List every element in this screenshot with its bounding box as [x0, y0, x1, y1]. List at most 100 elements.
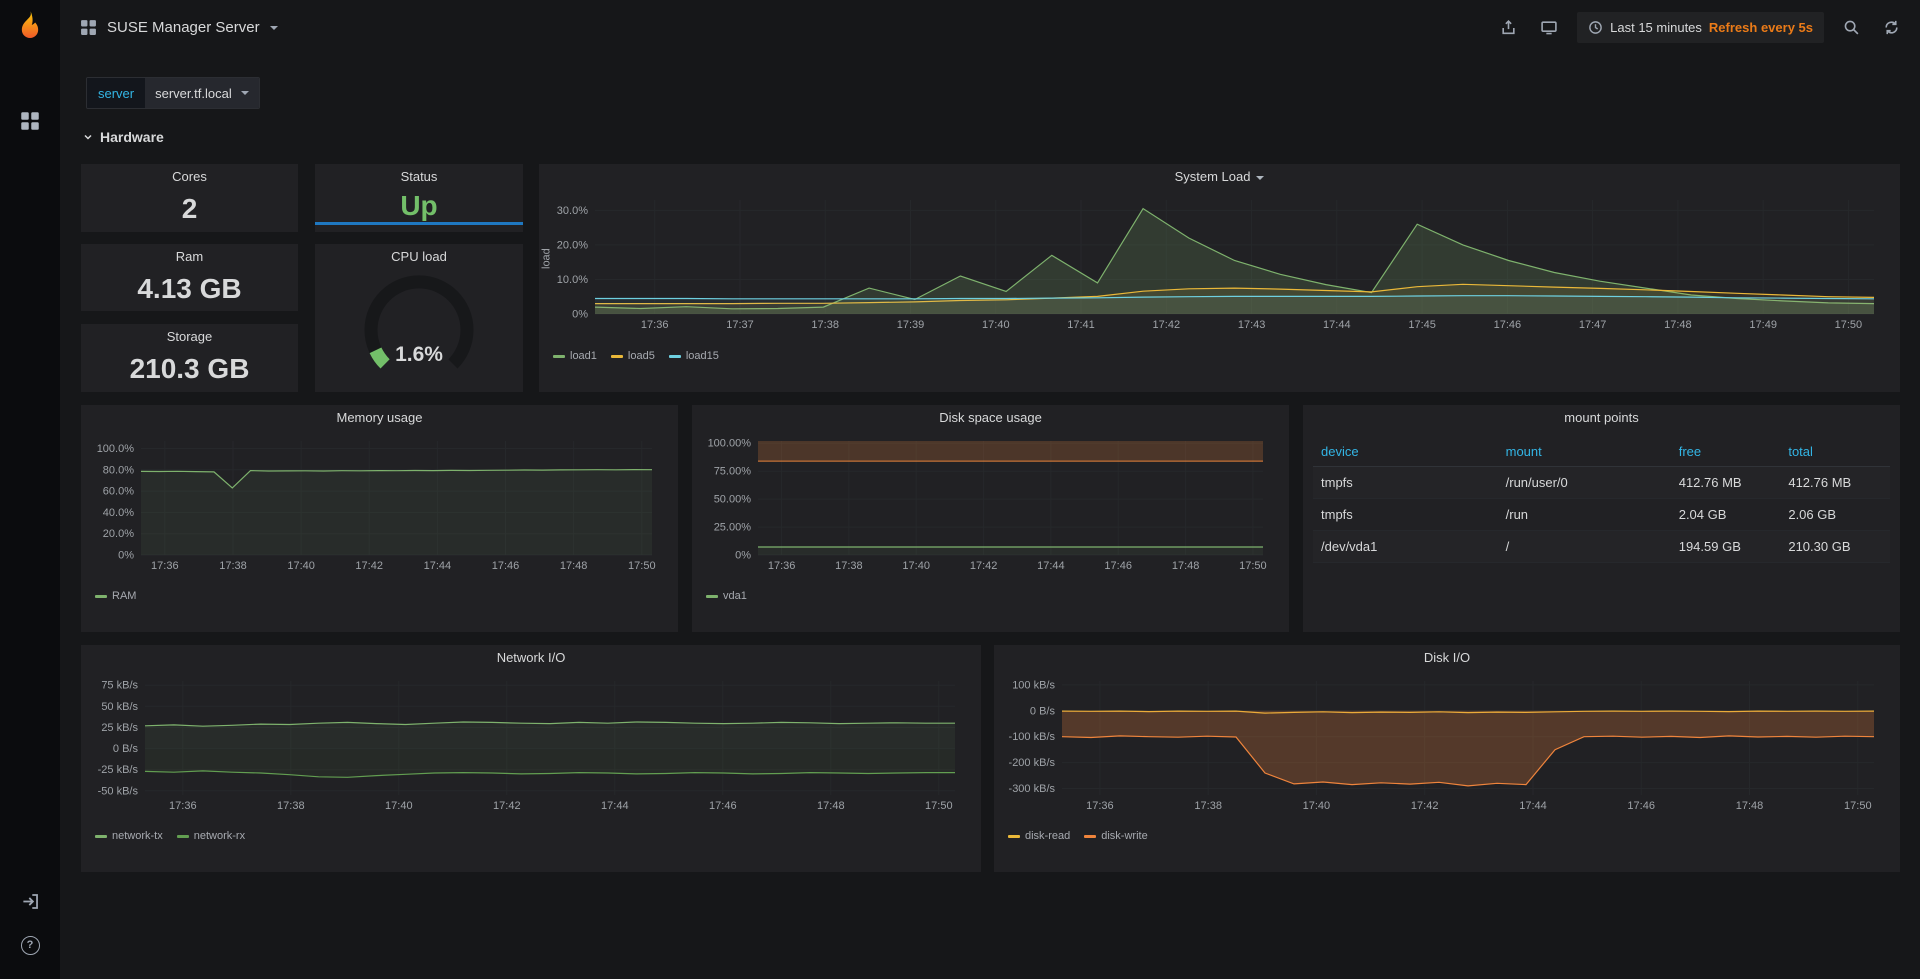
svg-text:17:50: 17:50	[1844, 800, 1872, 812]
column-header-device[interactable]: device	[1313, 437, 1498, 467]
svg-text:75 kB/s: 75 kB/s	[101, 680, 138, 692]
legend-item-load5[interactable]: load5	[611, 350, 655, 362]
svg-text:17:40: 17:40	[1303, 800, 1331, 812]
panel-title[interactable]: Ram	[81, 244, 298, 270]
svg-text:30.0%: 30.0%	[557, 205, 588, 217]
refresh-interval-label: Refresh every 5s	[1709, 20, 1813, 35]
variable-value-dropdown[interactable]: server.tf.local	[145, 78, 259, 108]
legend: RAM	[95, 590, 150, 602]
svg-text:17:44: 17:44	[1037, 560, 1065, 572]
system-load-chart[interactable]: 0%10.0%20.0%30.0%17:3617:3717:3817:3917:…	[549, 192, 1892, 334]
table-cell: /dev/vda1	[1313, 531, 1498, 563]
panel-title[interactable]: Disk space usage	[692, 405, 1289, 431]
network-io-chart[interactable]: -50 kB/s-25 kB/s0 B/s25 kB/s50 kB/s75 kB…	[91, 673, 973, 815]
svg-text:17:48: 17:48	[1664, 319, 1692, 331]
column-header-total[interactable]: total	[1780, 437, 1890, 467]
column-header-mount[interactable]: mount	[1498, 437, 1671, 467]
svg-text:17:48: 17:48	[817, 800, 845, 812]
legend-item-vda1[interactable]: vda1	[706, 590, 747, 602]
legend-item-RAM[interactable]: RAM	[95, 590, 136, 602]
tv-cycle-button[interactable]	[1536, 15, 1562, 40]
storage-value: 210.3 GB	[81, 350, 298, 388]
dashboards-icon[interactable]	[10, 101, 50, 141]
svg-text:17:48: 17:48	[1736, 800, 1764, 812]
refresh-button[interactable]	[1879, 15, 1904, 40]
panel-status: Status Up	[315, 164, 523, 232]
panel-title[interactable]: Disk I/O	[994, 645, 1900, 671]
time-range-label: Last 15 minutes	[1610, 20, 1702, 35]
grafana-flame-icon	[12, 9, 48, 45]
grafana-logo[interactable]	[10, 7, 50, 47]
column-header-free[interactable]: free	[1671, 437, 1781, 467]
svg-text:17:42: 17:42	[493, 800, 521, 812]
panel-title[interactable]: Storage	[81, 324, 298, 350]
svg-text:10.0%: 10.0%	[557, 274, 588, 286]
panel-title[interactable]: CPU load	[315, 244, 523, 270]
legend: disk-read disk-write	[1008, 830, 1162, 842]
svg-text:20.0%: 20.0%	[103, 528, 134, 540]
table-cell: 412.76 MB	[1671, 467, 1781, 499]
svg-text:17:37: 17:37	[726, 319, 754, 331]
chevron-down-icon	[82, 131, 94, 143]
sign-in-icon[interactable]	[10, 881, 50, 921]
dashboard-picker[interactable]: SUSE Manager Server	[80, 19, 278, 36]
svg-text:17:40: 17:40	[287, 560, 315, 572]
legend-item-network-rx[interactable]: network-rx	[177, 830, 245, 842]
panel-title[interactable]: Network I/O	[81, 645, 981, 671]
navbar: SUSE Manager Server Last 15 minutes Refr…	[60, 0, 1920, 55]
disk-io-chart[interactable]: -300 kB/s-200 kB/s-100 kB/s0 B/s100 kB/s…	[1004, 673, 1892, 815]
svg-text:100.00%: 100.00%	[708, 438, 752, 450]
panel-disk-io: Disk I/O -300 kB/s-200 kB/s-100 kB/s0 B/…	[994, 645, 1900, 872]
svg-text:17:36: 17:36	[1086, 800, 1114, 812]
time-picker-button[interactable]: Last 15 minutes Refresh every 5s	[1577, 12, 1824, 43]
svg-text:17:44: 17:44	[601, 800, 629, 812]
svg-text:17:50: 17:50	[925, 800, 953, 812]
svg-text:-200 kB/s: -200 kB/s	[1009, 757, 1056, 769]
panel-title-text: System Load	[1175, 169, 1251, 184]
svg-text:17:36: 17:36	[768, 560, 796, 572]
variable-value: server.tf.local	[155, 86, 232, 101]
legend-item-disk-write[interactable]: disk-write	[1084, 830, 1147, 842]
svg-text:20.0%: 20.0%	[557, 239, 588, 251]
table-cell: /run/user/0	[1498, 467, 1671, 499]
table-cell: tmpfs	[1313, 499, 1498, 531]
legend-item-load15[interactable]: load15	[669, 350, 719, 362]
panel-title[interactable]: mount points	[1303, 405, 1900, 431]
svg-text:17:46: 17:46	[1627, 800, 1655, 812]
panel-title[interactable]: Cores	[81, 164, 298, 190]
svg-text:17:44: 17:44	[424, 560, 452, 572]
panel-system-load: System Load load 0%10.0%20.0%30.0%17:361…	[539, 164, 1900, 392]
search-button[interactable]	[1839, 15, 1864, 40]
svg-text:60.0%: 60.0%	[103, 486, 134, 498]
dashboard-title[interactable]: SUSE Manager Server	[107, 19, 260, 36]
table-cell: 412.76 MB	[1780, 467, 1890, 499]
template-variable: server server.tf.local	[86, 77, 260, 109]
svg-text:17:36: 17:36	[169, 800, 197, 812]
status-sparkline	[315, 222, 523, 225]
memory-usage-chart[interactable]: 0%20.0%40.0%60.0%80.0%100.0%17:3617:3817…	[91, 433, 670, 575]
svg-text:17:42: 17:42	[1411, 800, 1439, 812]
svg-text:0%: 0%	[118, 550, 134, 562]
legend: vda1	[706, 590, 761, 602]
svg-text:1.6%: 1.6%	[395, 343, 443, 366]
tv-icon	[1540, 19, 1558, 36]
legend-item-disk-read[interactable]: disk-read	[1008, 830, 1070, 842]
row-toggle-hardware[interactable]: Hardware	[82, 129, 164, 145]
panel-title[interactable]: Memory usage	[81, 405, 678, 431]
table-row: tmpfs/run2.04 GB2.06 GB	[1313, 499, 1890, 531]
panel-title[interactable]: Status	[315, 164, 523, 190]
svg-text:17:46: 17:46	[709, 800, 737, 812]
svg-text:17:38: 17:38	[835, 560, 863, 572]
disk-space-chart[interactable]: 0%25.00%50.00%75.00%100.00%17:3617:3817:…	[702, 433, 1281, 575]
table-cell: tmpfs	[1313, 467, 1498, 499]
navbar-actions: Last 15 minutes Refresh every 5s	[1496, 12, 1904, 43]
svg-text:17:48: 17:48	[560, 560, 588, 572]
svg-text:100.0%: 100.0%	[97, 443, 135, 455]
svg-text:75.00%: 75.00%	[714, 466, 752, 478]
panel-title[interactable]: System Load	[539, 164, 1900, 190]
legend-item-network-tx[interactable]: network-tx	[95, 830, 163, 842]
svg-text:17:46: 17:46	[1104, 560, 1132, 572]
legend-item-load1[interactable]: load1	[553, 350, 597, 362]
help-icon[interactable]: ?	[10, 925, 50, 965]
share-button[interactable]	[1496, 15, 1521, 40]
